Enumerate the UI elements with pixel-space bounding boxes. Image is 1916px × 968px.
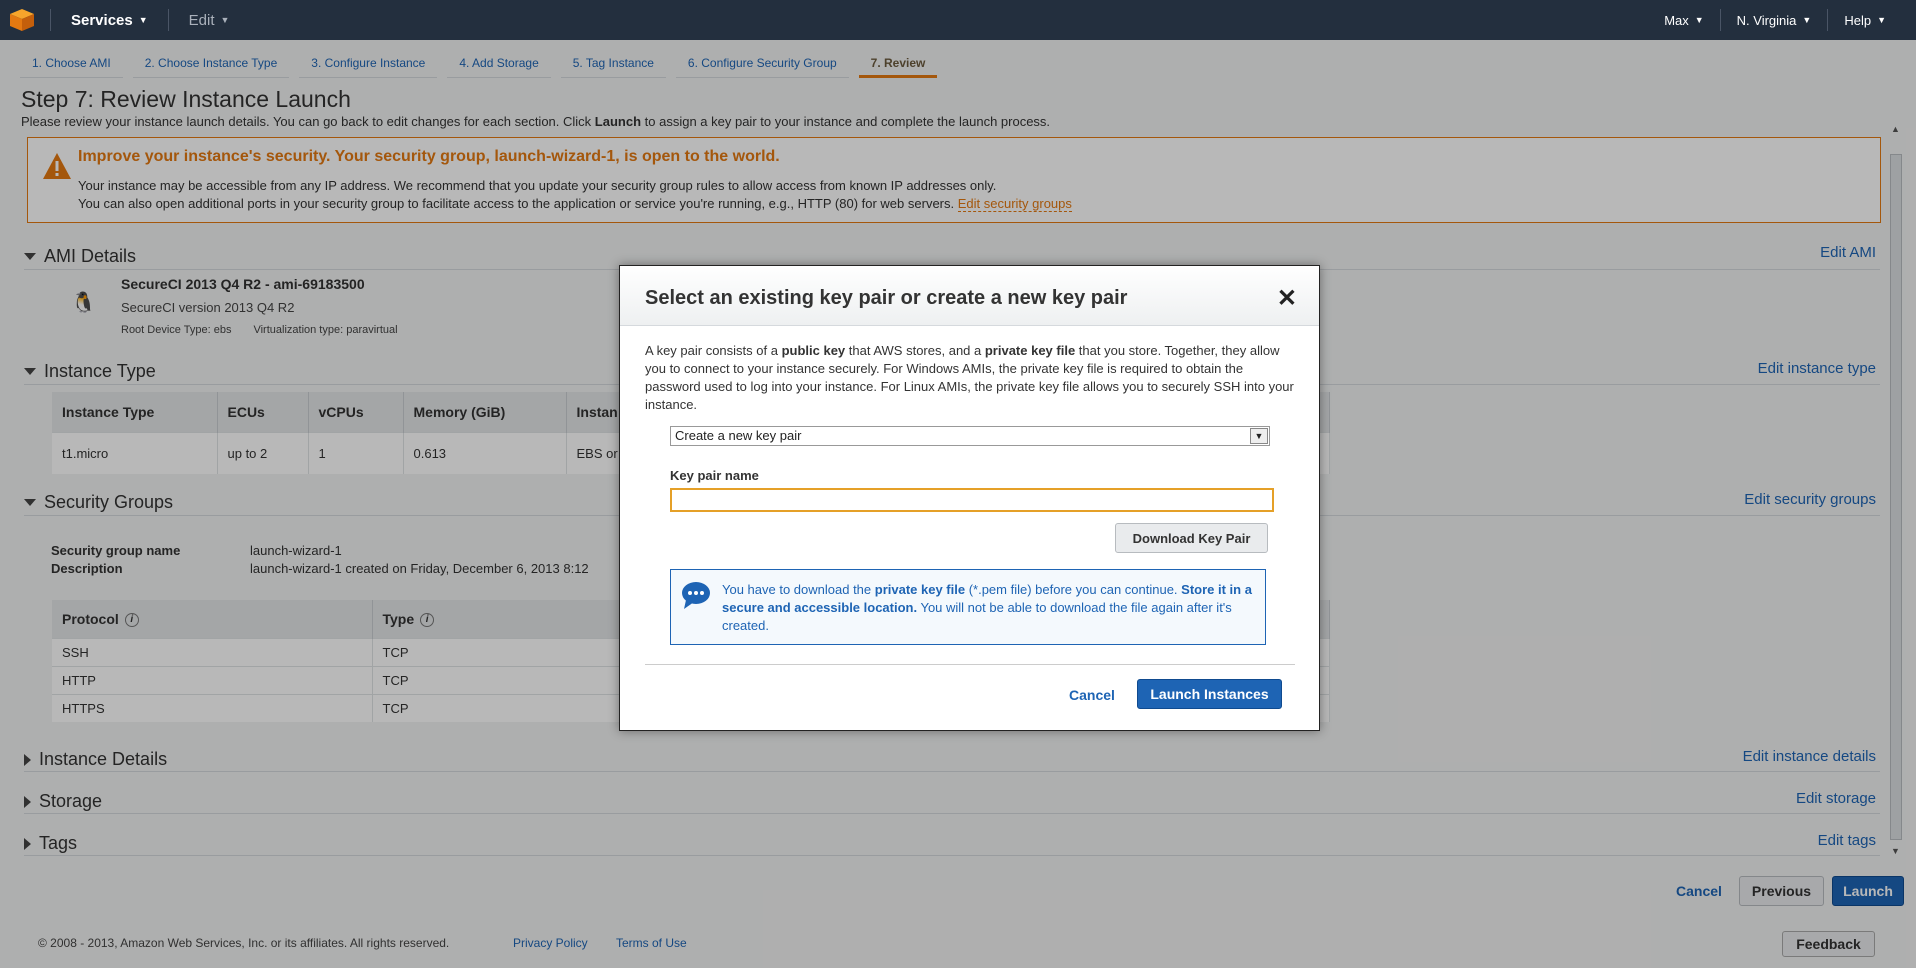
desc-part: A key pair consists of a [645, 343, 782, 358]
desc-bold: public key [781, 343, 846, 358]
chevron-down-icon: ▼ [1877, 15, 1886, 25]
dialog-title: Select an existing key pair or create a … [645, 287, 1128, 309]
desc-bold: private key file [984, 343, 1076, 358]
info-part: (*.pem file) before you can continue. [965, 582, 1182, 597]
dialog-header: Select an existing key pair or create a … [620, 266, 1319, 326]
help-menu[interactable]: Help ▼ [1834, 0, 1916, 40]
download-info-box: You have to download the private key fil… [670, 569, 1266, 645]
key-pair-select-value: Create a new key pair [675, 428, 802, 443]
cube-icon [10, 9, 34, 31]
download-key-pair-button[interactable]: Download Key Pair [1115, 523, 1268, 553]
chevron-down-icon: ▼ [1802, 15, 1812, 25]
help-label: Help [1844, 12, 1872, 28]
edit-menu[interactable]: Edit ▼ [175, 0, 244, 40]
key-pair-select[interactable]: Create a new key pair ▼ [670, 426, 1270, 446]
nav-divider [50, 9, 51, 31]
chevron-down-icon: ▼ [220, 15, 230, 25]
top-navbar: Services ▼ Edit ▼ Max ▼ N. Virginia ▼ He… [0, 0, 1916, 40]
key-pair-dialog: Select an existing key pair or create a … [619, 265, 1320, 731]
edit-label: Edit [188, 11, 215, 29]
desc-part: that AWS stores, and a [845, 343, 985, 358]
info-bold: private key file [874, 582, 966, 597]
region-label: N. Virginia [1736, 12, 1797, 28]
chat-bubble-icon [682, 582, 710, 609]
user-menu[interactable]: Max ▼ [1654, 0, 1713, 40]
launch-instances-button[interactable]: Launch Instances [1137, 679, 1282, 709]
dialog-divider [645, 664, 1295, 665]
services-label: Services [71, 11, 133, 29]
nav-divider [167, 9, 169, 31]
nav-divider [1719, 9, 1721, 31]
key-pair-name-label: Key pair name [670, 468, 759, 483]
dialog-description: A key pair consists of a public key that… [645, 342, 1295, 414]
user-label: Max [1664, 12, 1689, 28]
dropdown-arrow-icon[interactable]: ▼ [1250, 428, 1268, 444]
info-part: You have to download the [722, 582, 875, 597]
services-menu[interactable]: Services ▼ [57, 0, 162, 40]
chevron-down-icon: ▼ [1694, 15, 1704, 25]
chevron-down-icon: ▼ [138, 15, 148, 25]
close-icon[interactable]: ✕ [1277, 284, 1297, 313]
key-pair-name-input[interactable] [670, 488, 1274, 512]
region-menu[interactable]: N. Virginia ▼ [1727, 0, 1822, 40]
download-info-text: You have to download the private key fil… [722, 581, 1262, 635]
aws-cube-logo[interactable] [0, 0, 44, 40]
nav-divider [1827, 9, 1829, 31]
dialog-cancel-button[interactable]: Cancel [1067, 680, 1117, 710]
